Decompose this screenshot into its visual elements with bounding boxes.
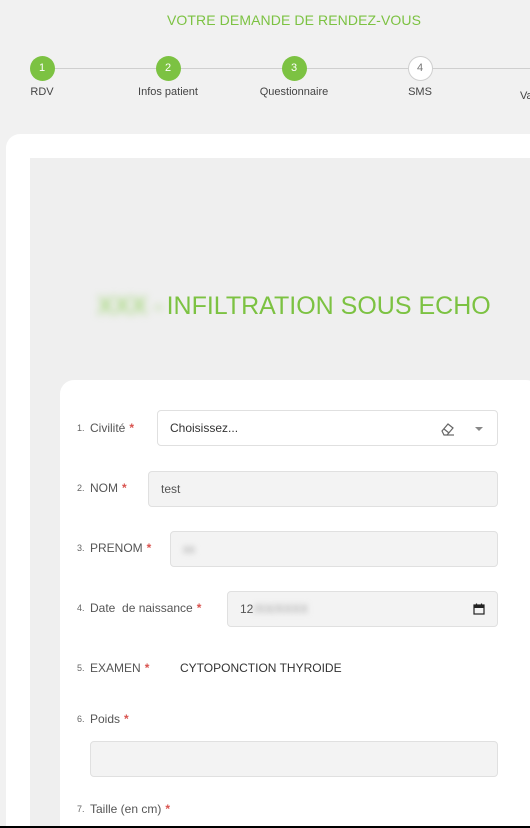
page-title: VOTRE DEMANDE DE RENDEZ-VOUS [166, 12, 422, 28]
required-mark: * [165, 802, 171, 816]
input-value: test [161, 482, 181, 496]
step-number: 3 [281, 56, 307, 81]
step-label: RDV [30, 86, 54, 98]
chevron-down-icon[interactable] [475, 427, 483, 431]
field-number: 2. [77, 483, 85, 493]
field-label: EXAMEN [90, 661, 141, 675]
field-number: 6. [77, 714, 85, 724]
step-sms[interactable]: 4 SMS [370, 56, 470, 98]
step-validation[interactable]: Va [496, 56, 530, 102]
field-number: 7. [77, 804, 85, 814]
civilite-select[interactable]: Choisissez... [157, 410, 498, 446]
required-mark: * [124, 712, 129, 726]
calendar-icon[interactable] [473, 603, 485, 615]
examen-value: CYTOPONCTION THYROIDE [180, 661, 342, 675]
exam-name: INFILTRATION SOUS ECHO [166, 292, 491, 320]
field-civilite-label: 1. Civilité * [77, 421, 134, 435]
step-number: 1 [29, 56, 55, 81]
nom-input[interactable]: test [148, 471, 498, 507]
field-date-naissance-label: 4. Date de naissance * [77, 601, 201, 615]
prenom-input[interactable]: xx [170, 531, 498, 567]
step-number: 2 [155, 56, 181, 81]
field-poids-label: 6. Poids * [77, 712, 129, 726]
step-infos-patient[interactable]: 2 Infos patient [118, 56, 218, 98]
required-mark: * [129, 421, 135, 435]
exam-title: XXX - INFILTRATION SOUS ECHO [0, 292, 530, 321]
required-mark: * [144, 661, 150, 675]
field-label: NOM [90, 481, 118, 495]
step-questionnaire[interactable]: 3 Questionnaire [244, 56, 344, 98]
select-value: Choisissez... [170, 421, 239, 435]
field-prenom-label: 3. PRENOM * [77, 541, 151, 555]
field-examen-label: 5. EXAMEN * [77, 661, 149, 675]
stepper: 1 RDV 2 Infos patient 3 Questionnaire 4 … [0, 56, 530, 106]
exam-code: XXX - [97, 292, 163, 320]
field-number: 4. [77, 603, 85, 613]
step-label: Infos patient [138, 86, 198, 98]
step-label: Va [520, 90, 530, 102]
step-number: 4 [407, 56, 433, 81]
step-rdv[interactable]: 1 RDV [0, 56, 92, 98]
field-number: 3. [77, 543, 85, 553]
input-value-hidden: /XX/XXXX [253, 602, 309, 616]
required-mark: * [146, 541, 152, 555]
field-label: Date de naissance [90, 601, 193, 615]
field-nom-label: 2. NOM * [77, 481, 127, 495]
input-value: xx [183, 542, 195, 556]
field-label: Poids [90, 712, 121, 726]
required-mark: * [196, 601, 202, 615]
required-mark: * [122, 481, 127, 495]
field-number: 1. [77, 423, 85, 433]
poids-input[interactable] [90, 741, 498, 777]
field-taille-label: 7. Taille (en cm) * [77, 802, 171, 816]
field-number: 5. [77, 663, 85, 673]
date-naissance-input[interactable]: 12/XX/XXXX [227, 591, 498, 627]
input-value: 12 [240, 602, 254, 616]
step-label: Questionnaire [259, 86, 329, 98]
step-label: SMS [408, 86, 432, 98]
eraser-icon[interactable] [439, 421, 455, 437]
field-label: Civilité [90, 421, 126, 435]
field-label: PRENOM [90, 541, 143, 555]
field-label: Taille (en cm) [90, 802, 162, 816]
